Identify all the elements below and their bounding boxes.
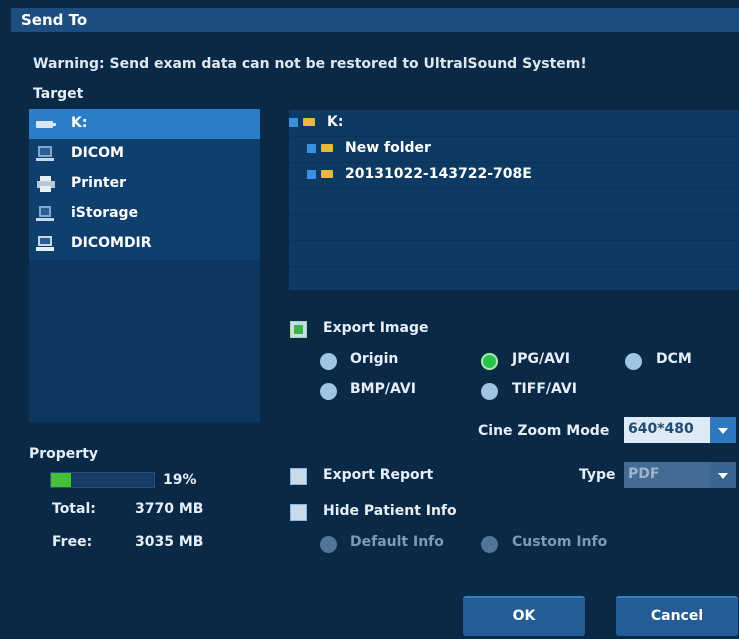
expand-icon[interactable] xyxy=(307,170,316,179)
custom-info-radio[interactable] xyxy=(481,536,498,553)
storage-usage-text: 19% xyxy=(163,472,197,488)
total-label: Total: xyxy=(52,501,96,517)
storage-usage-fill xyxy=(51,473,71,487)
chevron-down-icon[interactable] xyxy=(710,417,736,443)
warning-text: Warning: Send exam data can not be resto… xyxy=(33,56,587,72)
type-select[interactable]: PDF xyxy=(624,462,736,488)
cine-zoom-select[interactable]: 640*480 xyxy=(624,417,736,443)
target-item-label: Printer xyxy=(71,175,127,191)
bmp-avi-label: BMP/AVI xyxy=(350,381,416,397)
free-value: 3035 MB xyxy=(135,534,204,550)
tiff-avi-radio[interactable] xyxy=(481,383,498,400)
tree-node-root[interactable]: K: xyxy=(289,110,739,137)
tree-row-empty xyxy=(289,188,739,215)
tree-node-label: 20131022-143722-708E xyxy=(345,166,532,182)
title-bar: Send To xyxy=(11,8,739,32)
folder-icon xyxy=(321,170,333,178)
folder-icon xyxy=(303,118,315,126)
target-item-label: DICOMDIR xyxy=(71,235,152,251)
ok-button[interactable]: OK xyxy=(463,596,585,636)
default-info-radio[interactable] xyxy=(320,536,337,553)
dialog-title: Send To xyxy=(21,11,88,29)
expand-icon[interactable] xyxy=(307,144,316,153)
target-label: Target xyxy=(33,86,84,102)
tiff-avi-label: TIFF/AVI xyxy=(512,381,577,397)
tree-node-exam-folder[interactable]: 20131022-143722-708E xyxy=(289,162,739,189)
target-item-label: iStorage xyxy=(71,205,139,221)
tree-row-empty xyxy=(289,266,739,292)
custom-info-label: Custom Info xyxy=(512,534,608,550)
hide-patient-info-checkbox[interactable] xyxy=(290,504,307,521)
type-label: Type xyxy=(579,467,616,483)
tree-node-new-folder[interactable]: New folder xyxy=(289,136,739,163)
origin-radio[interactable] xyxy=(320,353,337,370)
export-report-checkbox[interactable] xyxy=(290,468,307,485)
free-label: Free: xyxy=(52,534,93,550)
dicom-icon xyxy=(36,146,54,161)
export-image-checkbox[interactable] xyxy=(290,321,307,338)
type-value: PDF xyxy=(628,466,660,482)
bmp-avi-radio[interactable] xyxy=(320,383,337,400)
tree-row-empty xyxy=(289,214,739,241)
tree-node-label: New folder xyxy=(345,140,431,156)
export-report-label: Export Report xyxy=(323,467,434,483)
tree-row-empty xyxy=(289,240,739,267)
dcm-label: DCM xyxy=(656,351,692,367)
printer-icon xyxy=(37,176,55,192)
cine-zoom-label: Cine Zoom Mode xyxy=(478,423,610,439)
tree-node-label: K: xyxy=(327,114,344,130)
export-image-label: Export Image xyxy=(323,320,429,336)
jpg-avi-label: JPG/AVI xyxy=(512,351,571,367)
target-item-printer[interactable]: Printer xyxy=(29,169,260,199)
storage-usage-bar xyxy=(50,472,155,488)
drive-icon xyxy=(36,121,56,128)
property-label: Property xyxy=(29,446,99,462)
cancel-button[interactable]: Cancel xyxy=(616,596,738,636)
folder-tree: K: New folder 20131022-143722-708E xyxy=(289,110,739,290)
folder-icon xyxy=(321,144,333,152)
target-item-dicom[interactable]: DICOM xyxy=(29,139,260,169)
istorage-icon xyxy=(36,206,54,221)
target-item-k[interactable]: K: xyxy=(29,109,260,139)
target-item-label: DICOM xyxy=(71,145,124,161)
total-value: 3770 MB xyxy=(135,501,204,517)
target-list-empty-area xyxy=(29,260,260,422)
hide-patient-info-label: Hide Patient Info xyxy=(323,503,457,519)
cine-zoom-value: 640*480 xyxy=(628,421,694,437)
default-info-label: Default Info xyxy=(350,534,444,550)
target-item-label: K: xyxy=(71,115,88,131)
jpg-avi-radio[interactable] xyxy=(481,353,498,370)
collapse-icon[interactable] xyxy=(289,118,298,127)
origin-label: Origin xyxy=(350,351,399,367)
dicomdir-icon xyxy=(36,236,54,251)
chevron-down-icon[interactable] xyxy=(710,462,736,488)
dcm-radio[interactable] xyxy=(625,353,642,370)
target-item-dicomdir[interactable]: DICOMDIR xyxy=(29,229,260,259)
target-list: K: DICOM Printer iStorage DICOMDIR xyxy=(29,109,260,422)
target-item-istorage[interactable]: iStorage xyxy=(29,199,260,229)
